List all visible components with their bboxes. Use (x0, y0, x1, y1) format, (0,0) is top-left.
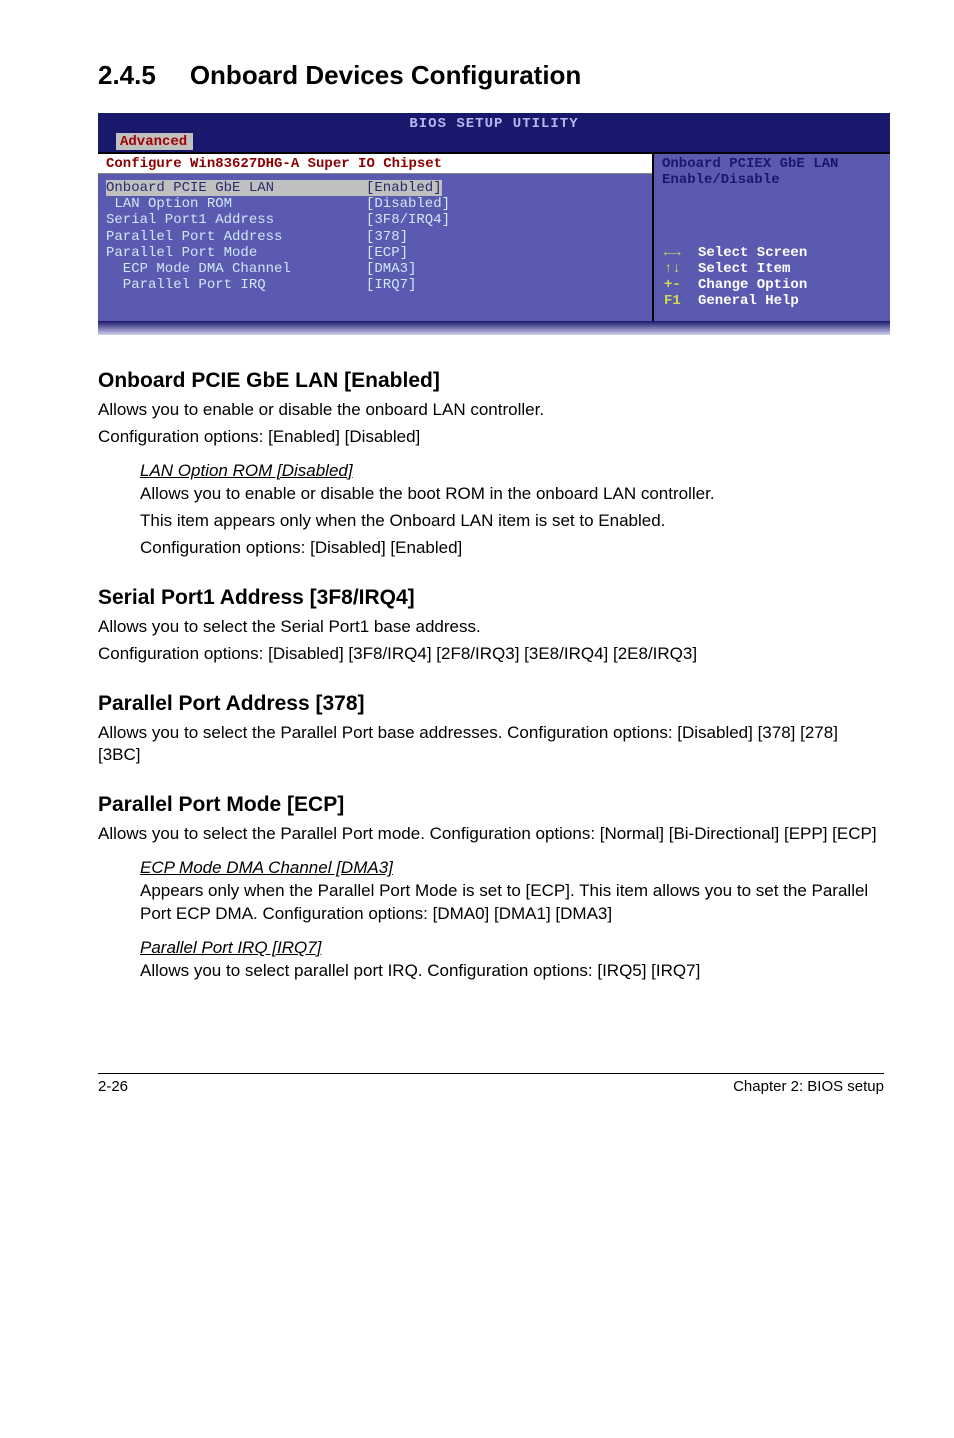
text-ecp-body: Appears only when the Parallel Port Mode… (140, 880, 884, 926)
bios-setting-row[interactable]: Onboard PCIE GbE LAN[Enabled] (106, 180, 644, 196)
subheading-lan-option-rom: LAN Option ROM [Disabled] (140, 461, 884, 481)
nav-key-description: Select Item (698, 261, 790, 277)
nav-legend-row: ←→Select Screen (664, 245, 882, 261)
bios-panel-header: Configure Win83627DHG-A Super IO Chipset (98, 154, 652, 174)
text-paddr-1: Allows you to select the Parallel Port b… (98, 722, 884, 768)
bios-tab-strip: Advanced (98, 133, 890, 152)
text-pcie-opts: Configuration options: [Enabled] [Disabl… (98, 426, 884, 449)
bios-setting-row[interactable]: Parallel Port Address[378] (106, 229, 644, 245)
subheading-parallel-irq: Parallel Port IRQ [IRQ7] (140, 938, 884, 958)
text-ppirq-body: Allows you to select parallel port IRQ. … (140, 960, 884, 983)
nav-legend-row: ↑↓Select Item (664, 261, 882, 277)
bios-setting-row[interactable]: Serial Port1 Address[3F8/IRQ4] (106, 212, 644, 228)
bios-window-title: BIOS SETUP UTILITY (98, 113, 890, 133)
bios-setting-label: Parallel Port Address (106, 229, 366, 245)
heading-serial-port: Serial Port1 Address [3F8/IRQ4] (98, 586, 884, 610)
section-title-text: Onboard Devices Configuration (190, 60, 582, 90)
text-lanrom-2: This item appears only when the Onboard … (140, 510, 884, 533)
bios-setting-label: Serial Port1 Address (106, 212, 366, 228)
bios-setting-label: Onboard PCIE GbE LAN (106, 180, 366, 196)
help-line-1: Onboard PCIEX GbE LAN (662, 156, 838, 172)
chapter-label: Chapter 2: BIOS setup (733, 1078, 884, 1095)
nav-legend-row: +-Change Option (664, 277, 882, 293)
subheading-ecp-dma: ECP Mode DMA Channel [DMA3] (140, 858, 884, 878)
nav-key-symbol: +- (664, 277, 698, 293)
text-pmode-1: Allows you to select the Parallel Port m… (98, 823, 884, 846)
page-number: 2-26 (98, 1078, 128, 1095)
bios-setting-label: Parallel Port Mode (106, 245, 366, 261)
bios-nav-legend: ←→Select Screen↑↓Select Item+-Change Opt… (654, 235, 890, 321)
bios-setting-value: [IRQ7] (366, 277, 416, 293)
text-lanrom-1: Allows you to enable or disable the boot… (140, 483, 884, 506)
text-serial-1: Allows you to select the Serial Port1 ba… (98, 616, 884, 639)
text-lanrom-3: Configuration options: [Disabled] [Enabl… (140, 537, 884, 560)
bios-setting-value: [ECP] (366, 245, 408, 261)
heading-parallel-mode: Parallel Port Mode [ECP] (98, 793, 884, 817)
bios-setting-value: [Enabled] (366, 180, 442, 196)
bios-setting-row[interactable]: Parallel Port IRQ[IRQ7] (106, 277, 644, 293)
bios-setting-row[interactable]: Parallel Port Mode[ECP] (106, 245, 644, 261)
bios-setting-value: [DMA3] (366, 261, 416, 277)
help-line-2: Enable/Disable (662, 172, 780, 188)
nav-key-description: Change Option (698, 277, 807, 293)
text-pcie-desc: Allows you to enable or disable the onbo… (98, 399, 884, 422)
bios-setting-row[interactable]: ECP Mode DMA Channel[DMA3] (106, 261, 644, 277)
bios-help-text: Onboard PCIEX GbE LAN Enable/Disable (654, 154, 890, 234)
nav-key-description: Select Screen (698, 245, 807, 261)
bios-left-pane: Configure Win83627DHG-A Super IO Chipset… (98, 154, 654, 321)
bios-right-pane: Onboard PCIEX GbE LAN Enable/Disable ←→S… (654, 154, 890, 321)
bios-setting-row[interactable]: LAN Option ROM[Disabled] (106, 196, 644, 212)
tab-advanced[interactable]: Advanced (116, 133, 193, 150)
heading-onboard-pcie: Onboard PCIE GbE LAN [Enabled] (98, 369, 884, 393)
nav-key-symbol: ←→ (664, 245, 698, 261)
bios-setting-value: [Disabled] (366, 196, 450, 212)
nav-legend-row: F1General Help (664, 293, 882, 309)
bios-setting-label: Parallel Port IRQ (106, 277, 366, 293)
section-heading: 2.4.5 Onboard Devices Configuration (98, 60, 884, 91)
heading-parallel-address: Parallel Port Address [378] (98, 692, 884, 716)
bios-gradient-footer (98, 321, 890, 335)
section-number: 2.4.5 (98, 60, 156, 91)
footer-rule (98, 1073, 884, 1074)
bios-screenshot: BIOS SETUP UTILITY Advanced Configure Wi… (98, 113, 890, 335)
bios-setting-value: [378] (366, 229, 408, 245)
bios-setting-label: LAN Option ROM (106, 196, 366, 212)
nav-key-symbol: ↑↓ (664, 261, 698, 277)
bios-setting-value: [3F8/IRQ4] (366, 212, 450, 228)
text-serial-2: Configuration options: [Disabled] [3F8/I… (98, 643, 884, 666)
bios-setting-label: ECP Mode DMA Channel (106, 261, 366, 277)
nav-key-symbol: F1 (664, 293, 698, 309)
nav-key-description: General Help (698, 293, 799, 309)
